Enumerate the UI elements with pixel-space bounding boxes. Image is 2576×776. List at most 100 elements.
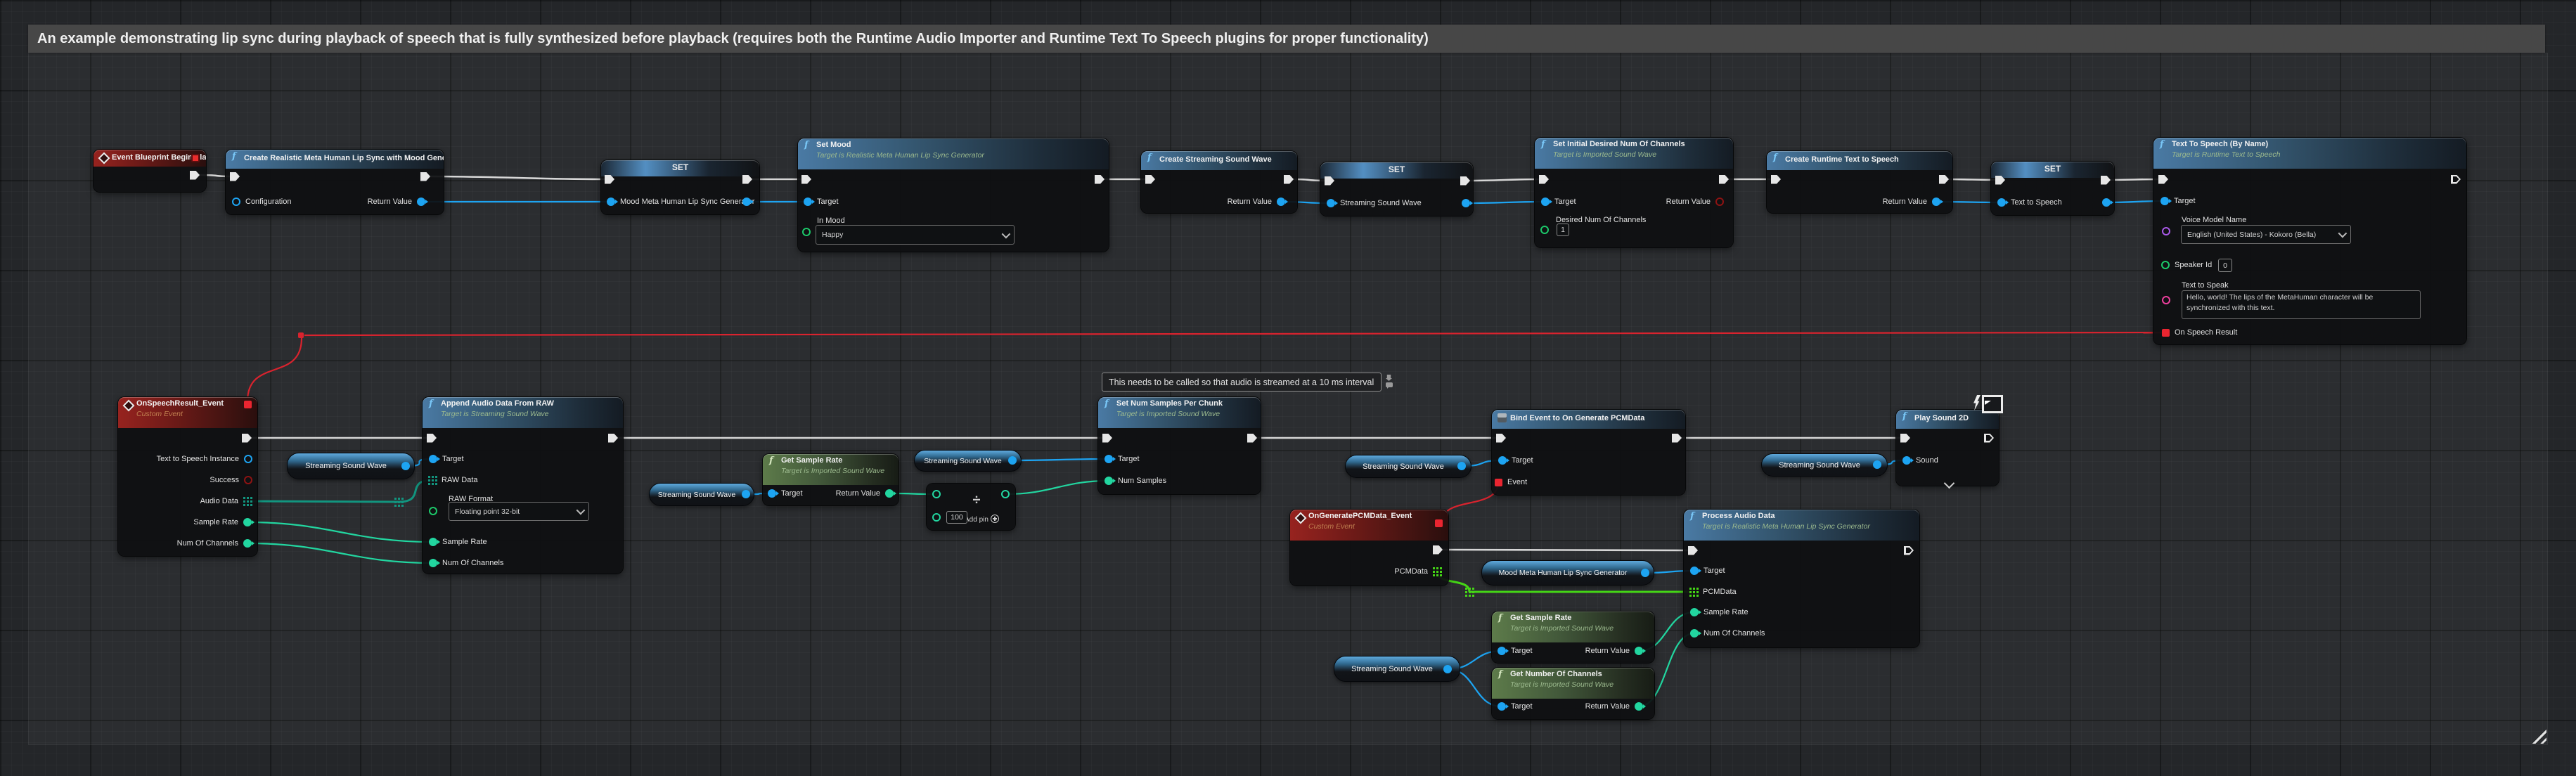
bubble-controls[interactable] — [1386, 375, 1393, 387]
num-pin[interactable] — [932, 513, 941, 522]
divisor-input[interactable]: 100 — [946, 511, 967, 524]
in-mood-select[interactable]: Happy — [816, 225, 1015, 245]
reroute-knot[interactable] — [298, 332, 304, 338]
object-pin[interactable] — [1932, 198, 1940, 206]
streaming-sound-wave-pill-3[interactable]: Streaming Sound Wave — [914, 450, 1022, 472]
variable-output-pin[interactable] — [1443, 665, 1452, 673]
create-streaming-sound-wave[interactable]: fCreate Streaming Sound Wave — [1141, 151, 1297, 213]
voice-model-select[interactable]: English (United States) - Kokoro (Bella) — [2181, 225, 2351, 244]
delegate-pin[interactable] — [1495, 479, 1502, 486]
object-pin[interactable] — [244, 455, 252, 463]
object-pin[interactable] — [1997, 198, 2006, 207]
enum-pin[interactable] — [2161, 261, 2170, 269]
reroute-knot[interactable] — [394, 498, 404, 507]
object-pin[interactable] — [768, 489, 776, 498]
num-pin[interactable] — [243, 539, 252, 548]
pin-label: Target — [1511, 702, 1533, 711]
string-pin[interactable] — [2162, 227, 2170, 235]
event-begin-play[interactable]: Event Blueprint Begin Play — [94, 150, 206, 192]
text_pin-pin[interactable] — [2162, 296, 2170, 304]
object-pin[interactable] — [742, 198, 751, 206]
streaming-sound-wave-pill-7[interactable]: Streaming Sound Wave — [1334, 656, 1460, 682]
process-audio-data[interactable]: fProcess Audio DataTarget is Realistic M… — [1684, 510, 1919, 647]
streaming-sound-wave-pill-5[interactable]: Streaming Sound Wave — [1761, 453, 1888, 477]
array-pin[interactable] — [428, 476, 437, 485]
array-pin[interactable] — [1689, 588, 1699, 597]
num-pin[interactable] — [885, 489, 894, 498]
object-pin[interactable] — [607, 198, 615, 206]
node-title: Process Audio Data — [1702, 512, 1775, 520]
set-mood-generator-var[interactable]: SET — [601, 160, 759, 214]
object-pin[interactable] — [2160, 197, 2169, 205]
variable-output-pin[interactable] — [401, 462, 410, 470]
variable-output-pin[interactable] — [1457, 462, 1466, 470]
mood-generator-pill[interactable]: Mood Meta Human Lip Sync Generator — [1481, 560, 1654, 586]
get-number-of-channels[interactable]: fGet Number Of ChannelsTarget is Importe… — [1492, 668, 1654, 719]
object-pin[interactable] — [1327, 199, 1335, 207]
num-pin[interactable] — [243, 518, 252, 526]
num-pin[interactable] — [429, 538, 437, 546]
variable-output-pin[interactable] — [1641, 569, 1649, 577]
variable-output-pin[interactable] — [1873, 460, 1881, 469]
enum-pin[interactable] — [1540, 226, 1549, 234]
variable-output-pin[interactable] — [742, 490, 750, 498]
object-pin[interactable] — [1541, 198, 1550, 206]
num-pin[interactable] — [1635, 702, 1643, 711]
num-pin[interactable] — [932, 490, 941, 498]
object-pin[interactable] — [1498, 702, 1506, 711]
num-pin[interactable] — [1690, 608, 1699, 616]
streaming-sound-wave-pill-4[interactable]: Streaming Sound Wave — [1345, 455, 1471, 478]
delegate-pin[interactable] — [244, 401, 252, 408]
num-pin[interactable] — [429, 559, 437, 567]
num-pin[interactable] — [1690, 629, 1699, 638]
delegate-pin[interactable] — [1435, 519, 1443, 527]
text-to-speak-input[interactable]: Hello, world! The lips of the MetaHuman … — [2182, 290, 2421, 319]
object-pin[interactable] — [1105, 455, 1113, 463]
set-text-to-speech-var[interactable]: SET — [1991, 162, 2114, 215]
array-pin[interactable] — [243, 497, 252, 506]
play-sound-2d[interactable]: fPlay Sound 2D — [1896, 410, 1999, 486]
blueprint-graph-canvas[interactable]: Event Blueprint Begin PlayfCreate Realis… — [0, 0, 2576, 776]
append-audio-data-from-raw[interactable]: fAppend Audio Data From RAWTarget is Str… — [423, 397, 623, 574]
streaming-sound-wave-pill-2[interactable]: Streaming Sound Wave — [649, 483, 754, 506]
get-sample-rate-2[interactable]: fGet Sample RateTarget is Imported Sound… — [1492, 612, 1654, 663]
object-pin[interactable] — [1902, 456, 1911, 465]
bool-pin[interactable] — [1715, 198, 1724, 206]
array-pin[interactable] — [1433, 567, 1442, 576]
widget-value: English (United States) - Kokoro (Bella) — [2187, 231, 2316, 239]
set-streaming-sound-wave-var[interactable]: SET — [1320, 162, 1473, 216]
variable-label: Streaming Sound Wave — [658, 491, 746, 499]
object-pin[interactable] — [1498, 647, 1506, 655]
object-pin[interactable] — [1498, 456, 1507, 465]
comment-bubble-icon[interactable] — [1386, 382, 1393, 387]
object-pin[interactable] — [232, 198, 240, 206]
desired-num-channels-input[interactable]: 1 — [1557, 224, 1569, 236]
object-pin[interactable] — [2102, 198, 2111, 207]
comment-box-title-bar[interactable]: An example demonstrating lip sync during… — [28, 25, 2545, 53]
variable-output-pin[interactable] — [1008, 456, 1017, 465]
streaming-sound-wave-pill-1[interactable]: Streaming Sound Wave — [287, 453, 415, 479]
node-title: Get Sample Rate — [1510, 614, 1571, 622]
add-pin-button[interactable]: Add pin — [965, 515, 999, 524]
get-sample-rate-1[interactable]: fGet Sample RateTarget is Imported Sound… — [763, 454, 899, 505]
object-pin[interactable] — [1462, 199, 1470, 207]
object-pin[interactable] — [429, 455, 437, 463]
object-pin[interactable] — [417, 198, 425, 206]
object-pin[interactable] — [1690, 567, 1699, 575]
pin-icon[interactable] — [1386, 375, 1392, 381]
num-pin[interactable] — [1635, 647, 1643, 655]
delegate-pin[interactable] — [2162, 329, 2170, 337]
speaker-id-input[interactable]: 0 — [2218, 259, 2232, 272]
object-pin[interactable] — [804, 198, 812, 206]
enum-pin[interactable] — [802, 228, 811, 236]
enum-pin[interactable] — [429, 507, 437, 515]
num-pin[interactable] — [1001, 490, 1010, 498]
pin-label: Desired Num Of Channels — [1556, 216, 1646, 224]
widget-value: 1 — [1561, 226, 1565, 234]
raw-format-select[interactable]: Floating point 32-bit — [449, 502, 589, 521]
num-pin[interactable] — [1105, 477, 1113, 485]
node-flag-icon[interactable] — [191, 154, 200, 162]
object-pin[interactable] — [1277, 198, 1285, 206]
reroute-knot[interactable] — [1465, 588, 1474, 597]
bool-pin[interactable] — [244, 476, 252, 484]
